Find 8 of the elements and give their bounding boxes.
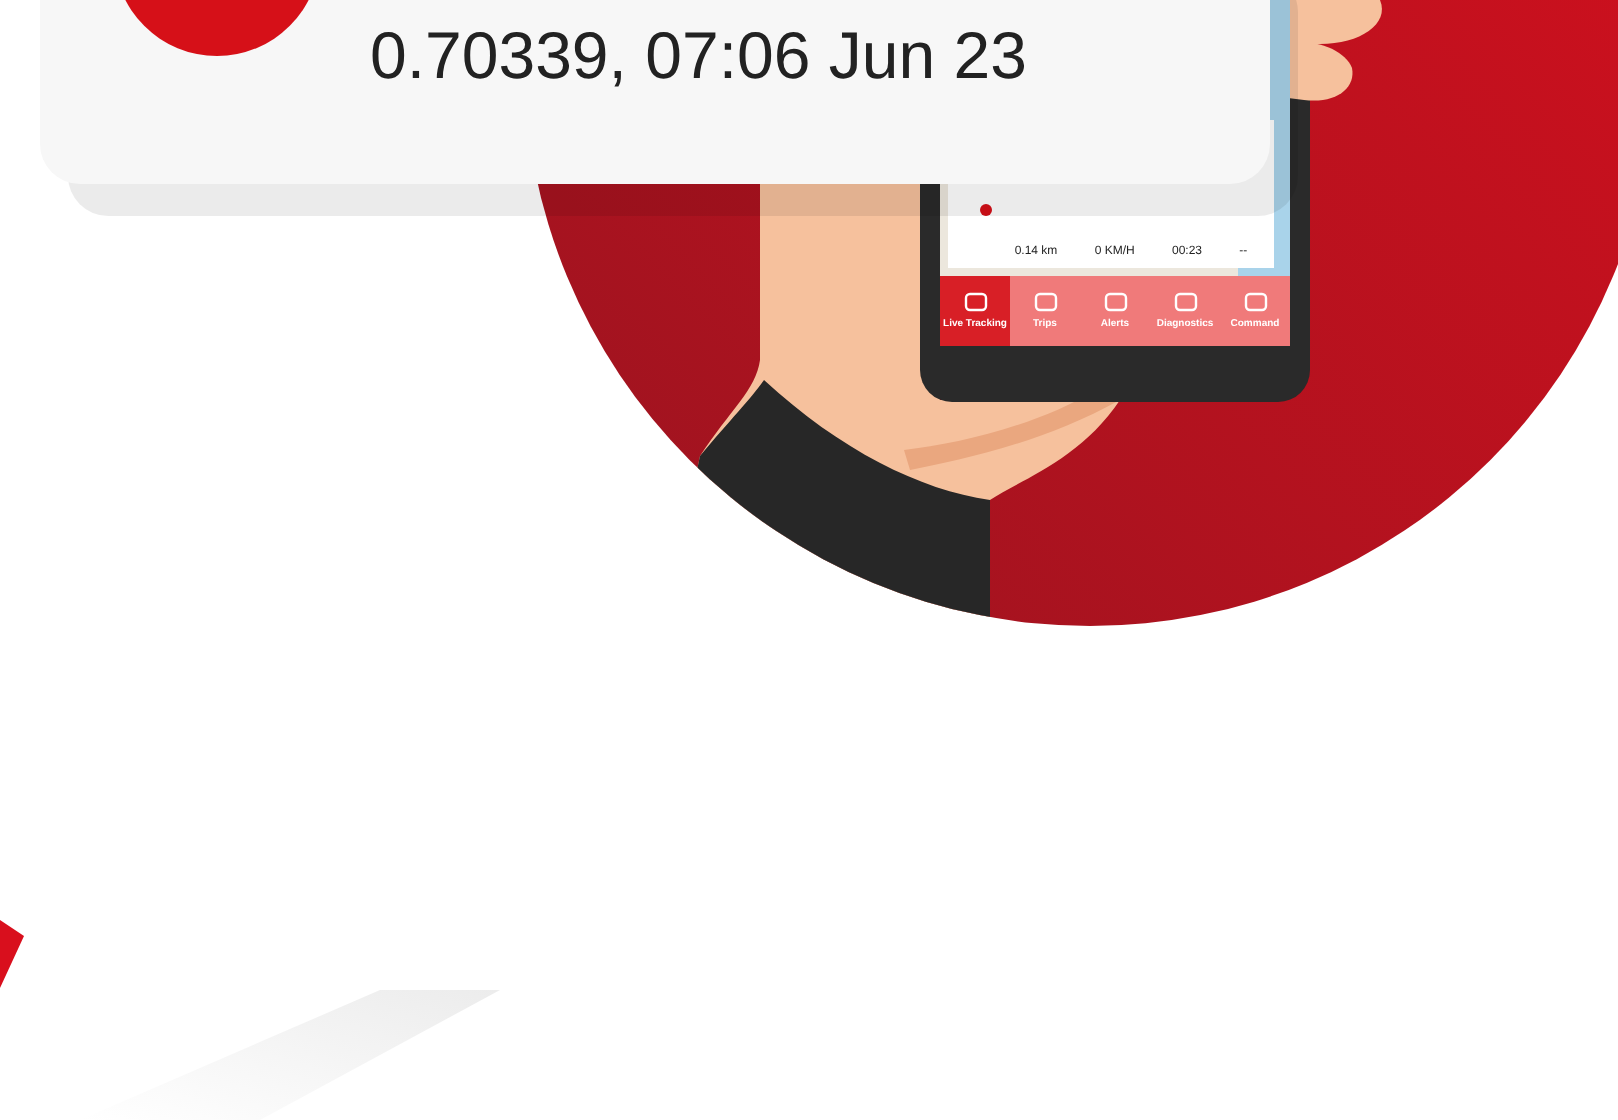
notification-text: 0.70339, 07:06 Jun 23 bbox=[370, 18, 1027, 94]
tab-icon bbox=[1173, 292, 1197, 312]
corner-triangle-shape bbox=[0, 920, 24, 988]
tab-icon bbox=[1103, 292, 1127, 312]
tab-icon bbox=[1243, 292, 1267, 312]
tab-icon bbox=[963, 292, 987, 312]
location-pin-icon bbox=[980, 204, 992, 216]
tab-icon bbox=[1033, 292, 1057, 312]
